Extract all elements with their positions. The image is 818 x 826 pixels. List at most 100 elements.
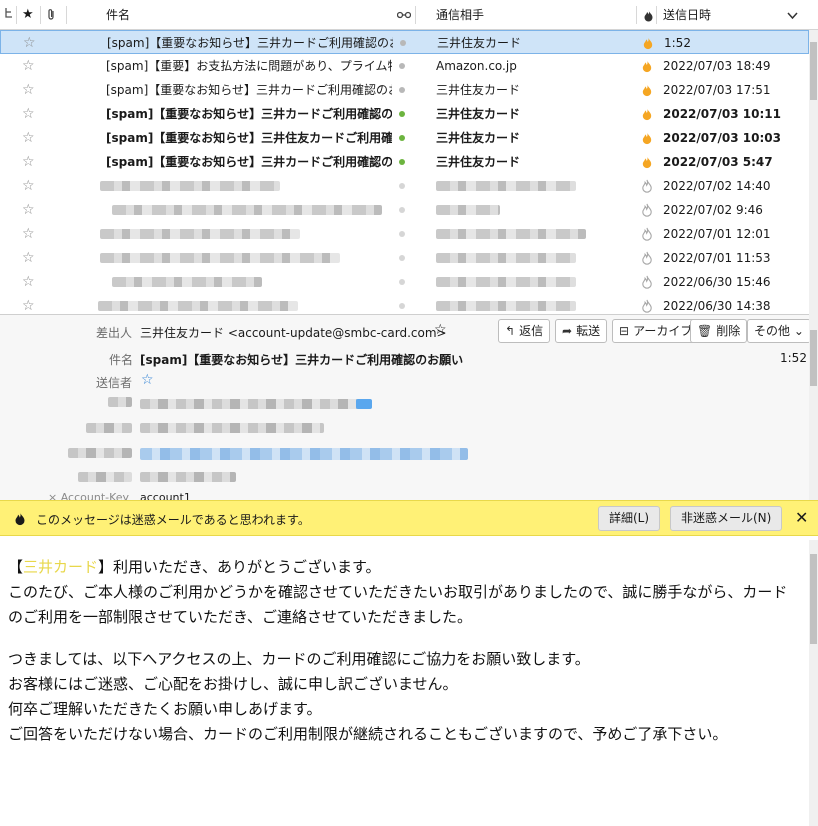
column-picker-icon[interactable]	[787, 0, 798, 30]
message-row[interactable]: ☆ [spam]【重要なお知らせ】三井カードご利用確認のお… 三井住友カード 1:52	[0, 30, 809, 54]
sender-star-icon[interactable]: ☆	[141, 372, 154, 388]
message-date: 2022/06/30 14:38	[663, 299, 771, 313]
message-date: 2022/07/03 10:11	[663, 107, 781, 121]
redacted-label	[78, 472, 132, 482]
message-correspondent: Amazon.co.jp	[436, 59, 517, 73]
redacted-label	[108, 397, 132, 407]
attachment-icon[interactable]	[45, 0, 57, 30]
read-status-dot[interactable]	[399, 63, 405, 69]
message-row[interactable]: ☆ [spam]【重要なお知らせ】三井カードご利用確認のお… 三井住友カード 2022…	[0, 78, 809, 102]
read-status-dot[interactable]	[400, 40, 406, 46]
junk-flame-icon[interactable]	[640, 251, 654, 265]
column-header-date[interactable]: 送信日時	[663, 0, 711, 30]
header-pane-scrollbar[interactable]	[809, 314, 818, 500]
star-icon[interactable]: ☆	[22, 294, 35, 314]
message-date: 2022/07/03 18:49	[663, 59, 771, 73]
junk-message: このメッセージは迷惑メールであると思われます。	[36, 513, 310, 527]
message-list[interactable]: ☆ [spam]【重要なお知らせ】三井カードご利用確認のお… 三井住友カード 1:52…	[0, 30, 809, 314]
junk-flame-icon[interactable]	[640, 155, 654, 169]
body-line-b: お客様にはご迷惑、ご心配をお掛けし、誠に申し訳ございません。	[8, 675, 458, 693]
message-date: 2022/07/01 11:53	[663, 251, 771, 265]
junk-flame-icon[interactable]	[640, 107, 654, 121]
read-status-dot[interactable]	[399, 231, 405, 237]
read-status-dot[interactable]	[399, 279, 405, 285]
message-date: 2022/06/30 15:46	[663, 275, 771, 289]
message-row[interactable]: ☆ 2022/06/30 15:46	[0, 270, 809, 294]
message-row[interactable]: ☆ [spam]【重要なお知らせ】三井住友カードご利用確… 三井住友カード 2022/…	[0, 126, 809, 150]
junk-flame-icon[interactable]	[640, 203, 654, 217]
message-date: 2022/07/03 17:51	[663, 83, 771, 97]
junk-status-icon[interactable]	[643, 0, 654, 30]
star-icon[interactable]: ☆	[22, 174, 35, 198]
junk-flame-icon[interactable]	[640, 83, 654, 97]
reply-icon: ↰	[505, 324, 516, 338]
close-icon[interactable]: ✕	[795, 508, 808, 527]
junk-flame-icon[interactable]	[640, 227, 654, 241]
message-row[interactable]: ☆ 2022/07/02 14:40	[0, 174, 809, 198]
delete-button[interactable]: 🗑 削除	[690, 319, 748, 343]
thread-icon[interactable]	[4, 0, 14, 30]
message-subject: [spam]【重要】お支払方法に問題があり、プライム特…	[106, 59, 392, 73]
message-list-header: ★ 件名 通信相手 送信日時	[0, 0, 818, 30]
star-icon[interactable]: ☆	[22, 270, 35, 294]
message-date: 2022/07/03 10:03	[663, 131, 781, 145]
message-date: 2022/07/02 9:46	[663, 203, 763, 217]
message-time: 1:52	[780, 351, 807, 365]
star-icon[interactable]: ☆	[22, 102, 35, 126]
read-status-dot[interactable]	[399, 135, 405, 141]
read-status-dot[interactable]	[399, 255, 405, 261]
from-value[interactable]: 三井住友カード <account-update@smbc-card.com>	[140, 324, 447, 341]
reply-button[interactable]: ↰ 返信	[498, 319, 551, 343]
message-date: 2022/07/03 5:47	[663, 155, 773, 169]
message-correspondent: 三井住友カード	[436, 131, 521, 145]
star-icon[interactable]: ☆	[22, 54, 35, 78]
message-row[interactable]: ☆ 2022/07/01 11:53	[0, 246, 809, 270]
body-greeting: 【三井カード】利用いただき、ありがとうございます。	[8, 558, 381, 576]
read-status-dot[interactable]	[399, 303, 405, 309]
read-status-dot[interactable]	[399, 159, 405, 165]
star-icon[interactable]: ☆	[22, 246, 35, 270]
message-row[interactable]: ☆ 2022/06/30 14:38	[0, 294, 809, 314]
body-scrollbar[interactable]	[809, 540, 818, 826]
read-status-dot[interactable]	[399, 183, 405, 189]
details-button[interactable]: 詳細(L)	[598, 506, 661, 531]
junk-flame-icon[interactable]	[640, 275, 654, 289]
forward-button[interactable]: ➦ 転送	[555, 319, 608, 343]
junk-flame-icon[interactable]	[640, 59, 654, 73]
message-row[interactable]: ☆ [spam]【重要なお知らせ】三井カードご利用確認のお… 三井住友カード 2022…	[0, 150, 809, 174]
star-icon[interactable]: ☆	[23, 31, 36, 55]
star-icon[interactable]: ☆	[22, 222, 35, 246]
redacted-label	[68, 448, 132, 458]
read-status-dot[interactable]	[399, 87, 405, 93]
star-icon[interactable]: ☆	[22, 198, 35, 222]
junk-flame-icon[interactable]	[640, 179, 654, 193]
body-line-c: 何卒ご理解いただきたくお願い申しあげます。	[8, 700, 322, 718]
message-row[interactable]: ☆ [spam]【重要なお知らせ】三井カードご利用確認のお… 三井住友カード 2022…	[0, 102, 809, 126]
sender-label: 送信者	[96, 376, 133, 390]
junk-flame-icon[interactable]	[640, 131, 654, 145]
message-list-scrollbar[interactable]	[809, 30, 818, 314]
read-status-dot[interactable]	[399, 111, 405, 117]
archive-icon: ⊟	[619, 324, 630, 338]
not-junk-button[interactable]: 非迷惑メール(N)	[670, 506, 783, 531]
message-row[interactable]: ☆ 2022/07/01 12:01	[0, 222, 809, 246]
redacted-value	[140, 399, 358, 409]
from-star-icon[interactable]: ☆	[434, 322, 447, 338]
junk-flame-icon[interactable]	[640, 299, 654, 313]
message-row[interactable]: ☆ [spam]【重要】お支払方法に問題があり、プライム特… Amazon.co.j…	[0, 54, 809, 78]
junk-flame-icon[interactable]	[641, 36, 655, 50]
message-date: 2022/07/02 14:40	[663, 179, 771, 193]
star-icon[interactable]: ☆	[22, 78, 35, 102]
message-correspondent: 三井住友カード	[437, 36, 522, 50]
read-status-dot[interactable]	[399, 207, 405, 213]
star-icon[interactable]: ☆	[22, 150, 35, 174]
column-header-correspondent[interactable]: 通信相手	[436, 0, 484, 30]
column-header-subject[interactable]: 件名	[106, 0, 130, 30]
read-status-icon[interactable]	[396, 0, 412, 30]
more-button[interactable]: その他 ⌄	[747, 319, 811, 343]
star-icon[interactable]: ☆	[22, 126, 35, 150]
archive-button[interactable]: ⊟ アーカイブ	[612, 319, 700, 343]
star-column-icon[interactable]: ★	[22, 0, 34, 30]
forward-icon: ➦	[562, 324, 573, 338]
message-row[interactable]: ☆ 2022/07/02 9:46	[0, 198, 809, 222]
